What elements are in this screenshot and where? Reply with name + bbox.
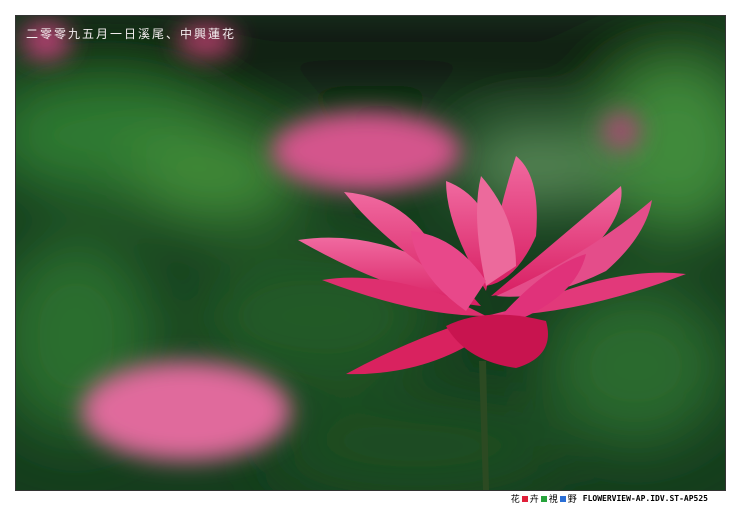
blue-square-icon bbox=[559, 495, 566, 502]
footer-char: 野 bbox=[567, 495, 577, 505]
red-square-icon bbox=[521, 495, 528, 502]
watermark-footer: 花 卉 視 野 FLOWERVIEW-AP.IDV.ST-AP525 bbox=[511, 492, 708, 505]
green-square-icon bbox=[540, 495, 547, 502]
footer-char: 視 bbox=[548, 495, 558, 505]
footer-url: FLOWERVIEW-AP.IDV.ST-AP525 bbox=[582, 494, 708, 503]
footer-char: 花 bbox=[510, 495, 520, 505]
footer-char: 卉 bbox=[529, 495, 539, 505]
photo-frame: . 二零零九五月一日溪尾、中興蓮花 bbox=[15, 15, 726, 491]
photo-caption: 二零零九五月一日溪尾、中興蓮花 bbox=[26, 27, 237, 41]
lotus-photo: . bbox=[16, 16, 725, 490]
